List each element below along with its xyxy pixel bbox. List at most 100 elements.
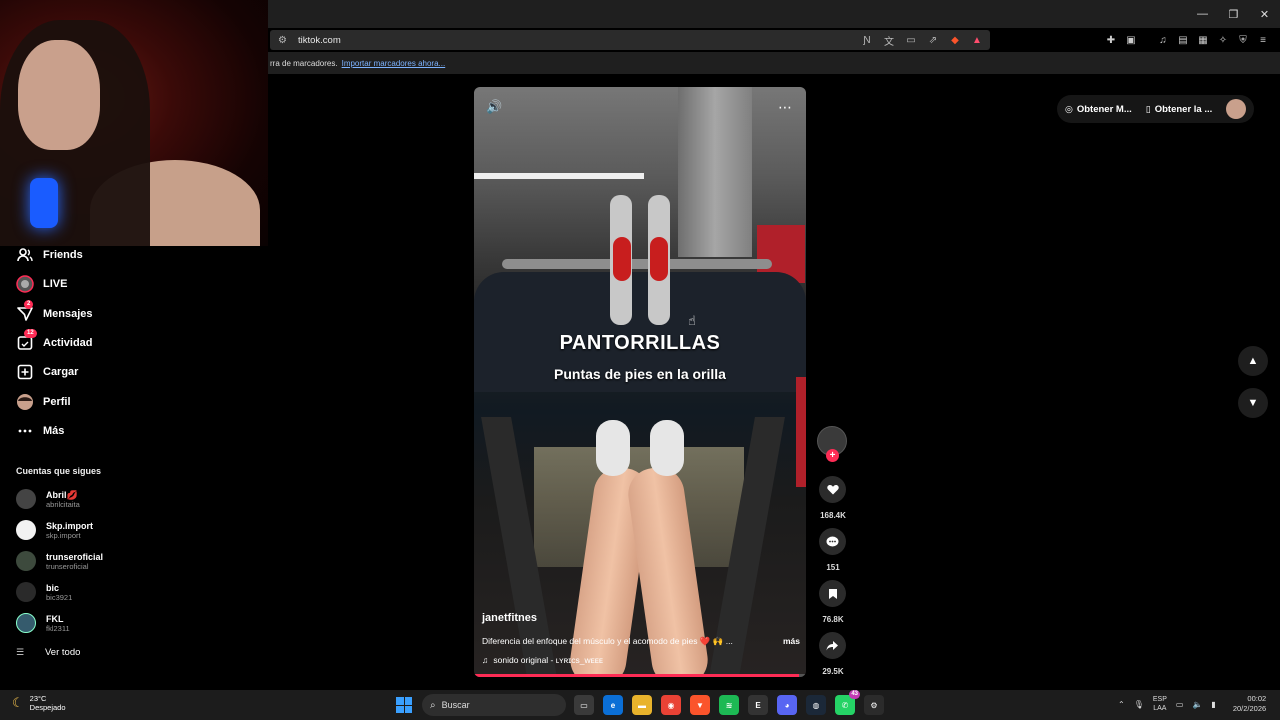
comment-button[interactable] xyxy=(819,528,846,555)
reader-icon[interactable]: Ɲ xyxy=(860,32,874,48)
close-button[interactable]: ✕ xyxy=(1249,0,1280,28)
like-button[interactable] xyxy=(819,476,846,503)
microphone-icon[interactable]: 🎙 xyxy=(1134,700,1144,709)
whatsapp-badge: 43 xyxy=(849,690,860,699)
following-account[interactable]: Abril💋 abrilcitaita xyxy=(16,486,80,512)
language-indicator[interactable]: ESP LAA xyxy=(1153,695,1167,713)
site-settings-icon[interactable]: ⚙ xyxy=(278,35,290,46)
network-icon[interactable]: ▭ xyxy=(1176,700,1184,709)
video-author[interactable]: janetfitnes xyxy=(482,612,537,624)
steam-icon[interactable]: ◍ xyxy=(806,695,826,715)
battery-icon[interactable]: ▮ xyxy=(1211,700,1215,709)
share-icon[interactable]: ⇗ xyxy=(926,32,940,48)
video-sound[interactable]: ♫ sonido original - ʟʏʀɪᴄs_ᴡᴇᴇᴇ xyxy=(482,655,603,665)
account-name: Skp.import xyxy=(46,520,94,531)
address-bar-icons: Ɲ 文 ▭ ⇗ ◆ ▲ xyxy=(860,32,984,48)
extensions-icon[interactable]: ✚ xyxy=(1104,32,1118,48)
next-video-button[interactable]: ▼ xyxy=(1238,388,1268,418)
restore-button[interactable]: ❐ xyxy=(1218,0,1249,28)
vpn-icon[interactable]: ⛨ xyxy=(1236,32,1250,48)
brave-icon[interactable]: ▼ xyxy=(690,695,710,715)
account-handle: abrilcitaita xyxy=(46,499,80,509)
chevron-down-icon: ▼ xyxy=(1247,397,1259,409)
sidebar-item-live[interactable]: LIVE xyxy=(16,273,67,295)
music-note-icon: ♫ xyxy=(482,655,489,665)
account-handle: trunseroficial xyxy=(46,561,89,571)
following-account[interactable]: bic bic3921 xyxy=(16,579,72,605)
share-button[interactable] xyxy=(819,632,846,659)
account-name: bic xyxy=(46,582,60,593)
file-explorer-icon[interactable]: ▬ xyxy=(632,695,652,715)
screenshot-icon[interactable]: ▣ xyxy=(1124,32,1138,48)
video-person-shoe xyxy=(650,420,684,476)
clock[interactable]: 00:02 20/2/2026 xyxy=(1233,694,1266,714)
sidebar-item-activity[interactable]: 12 Actividad xyxy=(16,329,93,354)
upload-icon xyxy=(16,363,34,381)
edge-icon[interactable]: e xyxy=(603,695,623,715)
translate-icon[interactable]: 文 xyxy=(882,32,896,48)
url-text[interactable]: tiktok.com xyxy=(298,35,341,46)
minimize-button[interactable]: — xyxy=(1187,0,1218,28)
get-coins-button[interactable]: ◎ Obtener M... xyxy=(1065,104,1132,115)
start-button[interactable] xyxy=(396,697,412,713)
address-bar[interactable]: ⚙ tiktok.com Ɲ 文 ▭ ⇗ ◆ ▲ xyxy=(270,30,990,50)
volume-tray-icon[interactable]: 🔈 xyxy=(1192,700,1202,709)
get-coins-label: Obtener M... xyxy=(1076,103,1132,115)
more-options-icon[interactable]: ⋯ xyxy=(776,99,794,117)
brave-rewards-icon[interactable]: ▲ xyxy=(970,32,984,48)
sidebar-item-messages[interactable]: 2 Mensajes xyxy=(16,300,93,325)
save-button[interactable] xyxy=(819,580,846,607)
following-account[interactable]: FKL fkl2311 xyxy=(16,610,70,636)
epic-games-icon[interactable]: E xyxy=(748,695,768,715)
profile-avatar[interactable] xyxy=(1226,99,1247,119)
friends-icon xyxy=(16,246,34,264)
spotify-icon[interactable]: ≋ xyxy=(719,695,739,715)
leo-icon[interactable]: ✧ xyxy=(1216,32,1230,48)
account-handle: bic3921 xyxy=(46,592,73,602)
previous-video-button[interactable]: ▲ xyxy=(1238,346,1268,376)
weather-widget[interactable]: ☾ 23°C Despejado xyxy=(12,694,66,712)
follow-plus-icon[interactable]: + xyxy=(826,449,839,462)
settings-icon[interactable]: ⚙ xyxy=(864,695,884,715)
volume-icon[interactable]: 🔊 xyxy=(486,99,504,117)
sidebar-item-upload[interactable]: Cargar xyxy=(16,361,78,383)
clock-time: 00:02 xyxy=(1247,694,1267,703)
illustration-calf xyxy=(613,237,631,281)
discord-icon[interactable]: ◕ xyxy=(777,695,797,715)
activity-icon: 12 xyxy=(16,329,37,352)
avatar xyxy=(16,489,36,509)
chrome-icon[interactable]: ◉ xyxy=(661,695,681,715)
import-bookmarks-link[interactable]: Importar marcadores ahora... xyxy=(342,59,446,68)
cast-icon[interactable]: ▭ xyxy=(904,32,918,48)
more-text-button[interactable]: más xyxy=(783,636,800,647)
media-icon[interactable]: ♫ xyxy=(1156,32,1170,48)
more-icon xyxy=(16,422,34,440)
video-progress-bar[interactable] xyxy=(474,674,806,677)
sidebar-item-profile[interactable]: Perfil xyxy=(16,391,71,413)
task-view-icon[interactable]: ▭ xyxy=(574,695,594,715)
wallet-icon[interactable]: ▦ xyxy=(1196,32,1210,48)
messages-icon: 2 xyxy=(16,300,34,323)
clock-date: 20/2/2026 xyxy=(1232,704,1267,713)
comment-count: 151 xyxy=(826,563,840,572)
following-account[interactable]: Skp.import skp.import xyxy=(16,517,93,543)
video-scene-light xyxy=(474,173,644,179)
chevron-up-icon: ▲ xyxy=(1247,355,1259,367)
save-count: 76.8K xyxy=(822,615,844,624)
taskbar-search[interactable]: ⌕ Buscar xyxy=(422,694,566,716)
following-account[interactable]: trunseroficial trunseroficial xyxy=(16,548,103,574)
see-all-link[interactable]: ☰ Ver todo xyxy=(16,647,80,658)
get-app-button[interactable]: ▯ Obtener la ... xyxy=(1146,104,1213,115)
chevron-up-tray-icon[interactable]: ⌃ xyxy=(1118,700,1125,709)
search-label: Buscar xyxy=(441,700,470,710)
video-player[interactable]: PANTORRILLAS Puntas de pies en la orilla… xyxy=(474,87,806,677)
sidebar-icon[interactable]: ▤ xyxy=(1176,32,1190,48)
search-icon: ⌕ xyxy=(430,699,436,711)
account-name: Abril💋 xyxy=(46,489,78,500)
brave-shields-icon[interactable]: ◆ xyxy=(948,32,962,48)
menu-icon[interactable]: ≡ xyxy=(1256,32,1270,48)
whatsapp-icon[interactable]: ✆ 43 xyxy=(835,690,860,715)
sidebar-item-friends[interactable]: Friends xyxy=(16,244,83,266)
video-person-shoe xyxy=(596,420,630,476)
sidebar-item-more[interactable]: Más xyxy=(16,420,64,442)
